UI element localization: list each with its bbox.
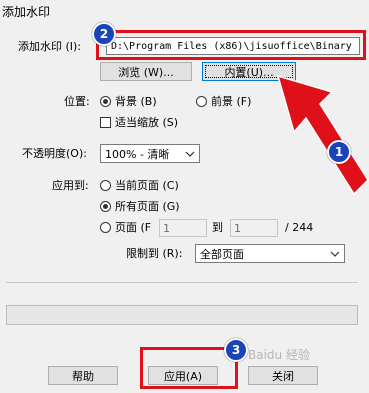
page-range-radio-label: 页面 (F — [115, 221, 152, 234]
foreground-radio[interactable] — [196, 96, 207, 107]
separator — [6, 282, 358, 283]
chevron-down-icon — [330, 251, 340, 257]
watermark-label: 添加水印 (I): — [18, 40, 82, 53]
page-range-radio[interactable] — [100, 222, 111, 233]
page-to-label: 到 — [212, 221, 223, 234]
step-3-badge: 3 — [224, 338, 248, 362]
window-title: 添加水印 — [2, 5, 51, 19]
page-total-label: / 244 — [285, 221, 314, 234]
opacity-label: 不透明度(O): — [22, 147, 87, 160]
chevron-down-icon — [185, 151, 195, 157]
background-radio[interactable] — [100, 96, 111, 107]
limit-to-label: 限制到 (R): — [126, 247, 183, 260]
pointer-arrow-icon — [276, 74, 369, 196]
scale-checkbox-label: 适当缩放 (S) — [115, 116, 179, 129]
foreground-radio-label: 前景 (F) — [211, 95, 252, 108]
limit-to-select[interactable]: 全部页面 — [195, 244, 345, 263]
scale-checkbox[interactable] — [100, 117, 111, 128]
current-page-radio[interactable] — [100, 180, 111, 191]
browse-button[interactable]: 浏览 (W)... — [100, 62, 192, 81]
opacity-select[interactable]: 100% - 清晰 — [100, 144, 200, 163]
all-pages-radio[interactable] — [100, 201, 111, 212]
opacity-select-value: 100% - 清晰 — [105, 147, 170, 161]
title-bar — [0, 0, 369, 22]
all-pages-radio-label: 所有页面 (G) — [115, 200, 180, 213]
help-button[interactable]: 帮助 — [48, 366, 118, 385]
baidu-watermark: Baidu 经验 — [248, 348, 310, 362]
current-page-radio-label: 当前页面 (C) — [115, 179, 179, 192]
close-button-label: 关闭 — [272, 369, 294, 383]
page-from-value: 1 — [163, 221, 170, 235]
step-2-badge: 2 — [92, 22, 116, 46]
page-to-value: 1 — [234, 221, 241, 235]
browse-button-label: 浏览 (W)... — [118, 65, 174, 79]
limit-to-select-value: 全部页面 — [200, 247, 244, 261]
help-button-label: 帮助 — [72, 369, 94, 383]
page-to-input[interactable]: 1 — [230, 219, 278, 237]
position-label: 位置: — [64, 95, 90, 108]
close-button[interactable]: 关闭 — [248, 366, 318, 385]
builtin-button-label: 内置(U)... — [224, 65, 274, 79]
highlight-box-path — [96, 30, 366, 60]
page-from-input[interactable]: 1 — [159, 219, 207, 237]
step-1-badge: 1 — [327, 140, 351, 164]
background-radio-label: 背景 (B) — [115, 95, 157, 108]
highlight-box-apply — [140, 347, 238, 389]
progress-bar — [6, 305, 358, 325]
apply-to-label: 应用到: — [52, 179, 89, 192]
